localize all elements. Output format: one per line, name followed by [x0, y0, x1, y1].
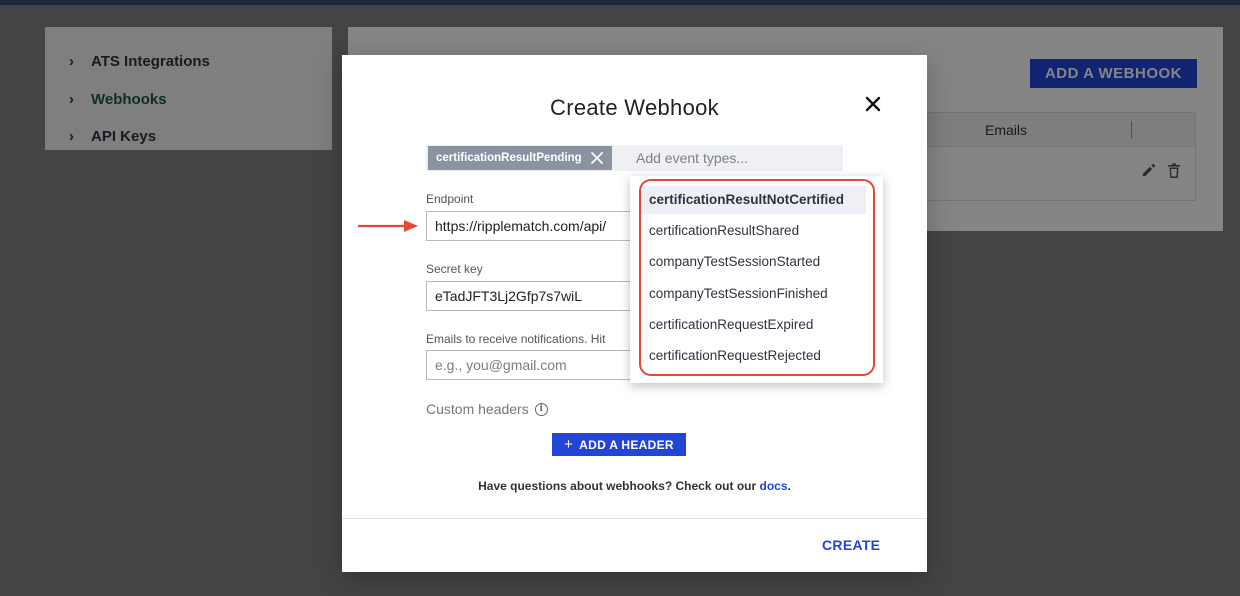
annotation-arrow-icon — [358, 218, 420, 239]
secret-key-label: Secret key — [426, 262, 483, 276]
custom-headers-text: Custom headers — [426, 401, 529, 417]
help-text: Have questions about webhooks? Check out… — [342, 479, 927, 493]
plus-icon: + — [564, 436, 574, 453]
custom-headers-label: Custom headers i — [426, 401, 548, 417]
close-button[interactable] — [860, 93, 886, 119]
event-types-input[interactable]: Add event types... — [636, 150, 748, 166]
secret-key-field[interactable]: eTadJFT3Lj2Gfp7s7wiL — [426, 281, 636, 311]
endpoint-label: Endpoint — [426, 192, 474, 206]
event-chip-label: certificationResultPending — [436, 152, 582, 164]
emails-label: Emails to receive notifications. Hit — [426, 332, 606, 346]
annotation-highlight-box — [639, 179, 875, 376]
endpoint-field[interactable]: https://ripplematch.com/api/ — [426, 211, 636, 241]
event-types-select[interactable]: certificationResultPending Add event typ… — [426, 145, 843, 171]
add-header-label: ADD A HEADER — [579, 437, 674, 452]
help-text-prefix: Have questions about webhooks? Check out… — [478, 479, 760, 493]
event-chip: certificationResultPending — [428, 146, 612, 170]
emails-field[interactable]: e.g., you@gmail.com — [426, 350, 636, 380]
docs-link[interactable]: docs — [760, 479, 788, 493]
close-icon — [865, 96, 881, 117]
modal-divider — [342, 518, 927, 519]
add-header-button[interactable]: + ADD A HEADER — [552, 433, 686, 456]
modal-title: Create Webhook — [550, 95, 719, 120]
create-button[interactable]: CREATE — [822, 537, 880, 553]
help-text-suffix: . — [787, 479, 791, 493]
remove-chip-icon[interactable] — [590, 151, 604, 165]
info-icon[interactable]: i — [534, 402, 548, 416]
